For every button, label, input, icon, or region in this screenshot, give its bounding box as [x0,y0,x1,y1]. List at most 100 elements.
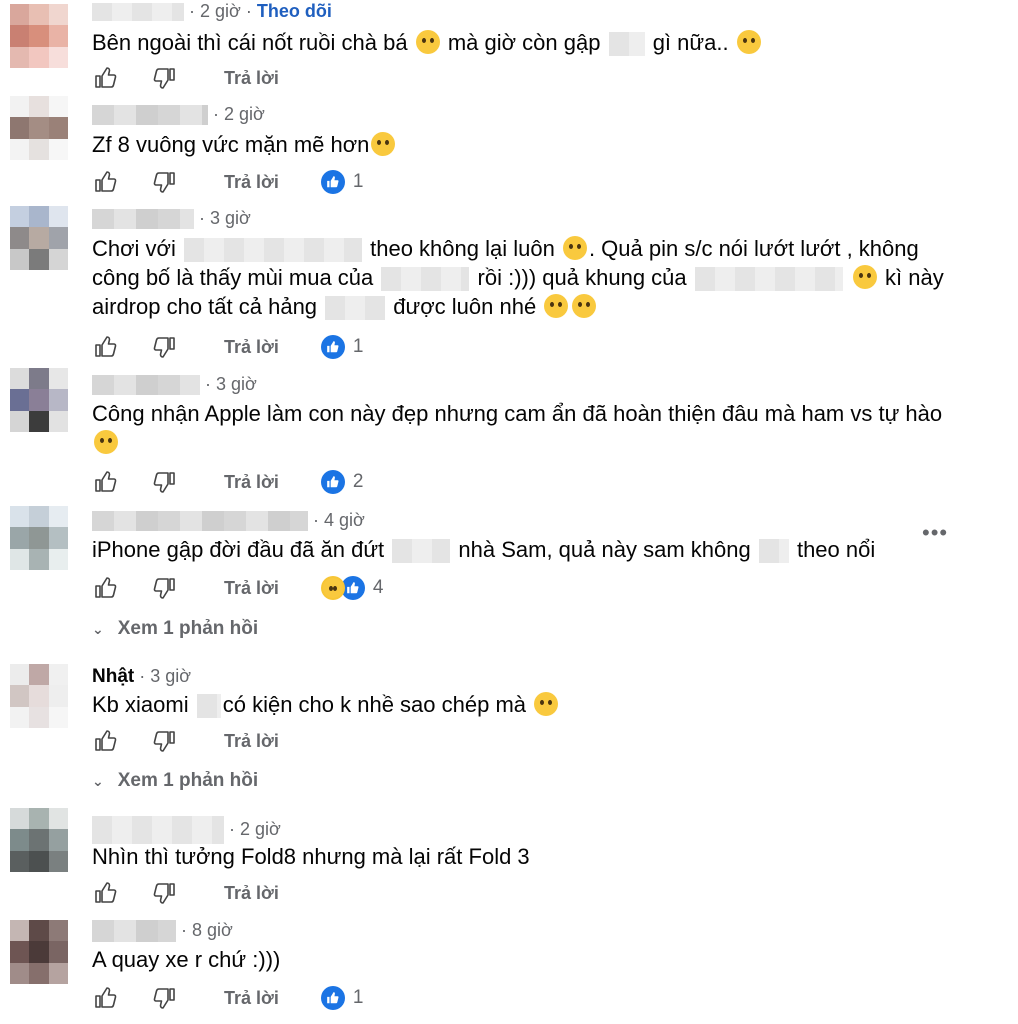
avatar[interactable] [10,368,68,432]
thumbs-up-icon[interactable] [92,880,118,906]
redacted-text [184,238,362,263]
comment-text: Kb xiaomi có kiện cho k nhề sao chép mà [92,690,998,719]
commenter-name[interactable]: Nhật [92,666,134,687]
reply-button[interactable]: Trả lời [224,883,279,904]
comment-meta: Nhật · 3 giờ [92,666,191,688]
reply-button[interactable]: Trả lời [224,988,279,1009]
comment-text-part: theo không lại luôn [370,236,555,261]
thumbs-down-icon[interactable] [152,65,178,91]
comment-actions: Trả lời [92,64,279,92]
separator-dot: · [205,374,212,394]
comment-text-part: rồi :))) quả khung của [477,265,687,290]
reply-button[interactable]: Trả lời [224,172,279,193]
redacted-text [694,267,843,292]
comment-actions: Trả lời 1 [92,984,363,1012]
view-replies-label: Xem 1 phản hồi [117,770,259,791]
comment-time[interactable]: 2 giờ [240,819,281,839]
commenter-name-redacted[interactable] [92,209,194,230]
comment-text-part: A quay xe r chứ :))) [92,947,281,972]
reaction-count: 4 [372,577,384,598]
comment-text-part: airdrop cho tất cả hảng [92,294,318,319]
view-replies-button[interactable]: ⌄ Xem 1 phản hồi [92,770,258,792]
thumbs-down-icon[interactable] [152,985,178,1011]
thumbs-up-icon[interactable] [92,469,118,495]
avatar[interactable] [10,920,68,984]
thumbs-up-icon[interactable] [92,334,118,360]
flushed-face-emoji-icon [736,30,761,54]
comment-text: iPhone gập đời đầu đã ăn đứt nhà Sam, qu… [92,535,998,564]
comment-text-part: Nhìn thì tưởng Fold8 nhưng mà lại rất Fo… [92,844,530,869]
comment-time[interactable]: 2 giờ [224,104,265,124]
comment-text: Chơi với theo không lại luôn . Quả pin s… [92,234,998,321]
commenter-name-redacted[interactable] [92,816,224,844]
comment-time[interactable]: 2 giờ [200,1,241,21]
avatar[interactable] [10,664,68,728]
like-reaction-icon [320,470,345,494]
comment-time[interactable]: 3 giờ [210,208,251,228]
comment-meta: · 3 giờ [92,208,251,230]
thumbs-down-icon[interactable] [152,169,178,195]
reaction-summary[interactable]: 4 [320,576,384,600]
comment-text: Bên ngoài thì cái nốt ruồi chà bá mà giờ… [92,28,998,57]
follow-link[interactable]: Theo dõi [257,1,332,21]
reply-button[interactable]: Trả lời [224,472,279,493]
comment-text-part: . Quả pin s/c nói lướt lướt , không [588,236,919,261]
comment-meta: · 4 giờ [92,510,365,532]
comment-text-part: Bên ngoài thì cái nốt ruồi chà bá [92,30,408,55]
comment-time[interactable]: 3 giờ [150,666,191,686]
avatar[interactable] [10,506,68,570]
comment-text-part: kì này [885,265,944,290]
redacted-text [325,296,386,321]
thumbs-down-icon[interactable] [152,575,178,601]
like-reaction-icon [320,170,345,194]
redacted-text [608,32,645,57]
comment-text: Nhìn thì tưởng Fold8 nhưng mà lại rất Fo… [92,842,998,871]
view-replies-button[interactable]: ⌄ Xem 1 phản hồi [92,618,258,640]
thumbs-up-icon[interactable] [92,575,118,601]
comment-meta: · 3 giờ [92,374,257,396]
thumbs-up-icon[interactable] [92,65,118,91]
comment-text-part: Zf 8 vuông vức mặn mẽ hơn [92,132,370,157]
thumbs-up-icon[interactable] [92,169,118,195]
separator-dot: · [229,818,236,839]
comment-actions: Trả lời 1 [92,333,363,361]
reaction-count: 1 [352,171,364,192]
commenter-name-redacted[interactable] [92,375,200,396]
reaction-summary[interactable]: 2 [320,470,363,494]
avatar[interactable] [10,96,68,160]
reaction-summary[interactable]: 1 [320,986,363,1010]
comment-time[interactable]: 4 giờ [324,510,365,530]
thumbs-down-icon[interactable] [152,728,178,754]
redacted-text [392,539,451,564]
commenter-name-redacted[interactable] [92,920,176,943]
thumbs-down-icon[interactable] [152,334,178,360]
comment-actions: Trả lời [92,879,279,907]
reply-button[interactable]: Trả lời [224,731,279,752]
like-reaction-icon [320,335,345,359]
thumbs-up-icon[interactable] [92,728,118,754]
commenter-name-redacted[interactable] [92,105,208,126]
separator-dot: · [189,1,196,21]
reply-button[interactable]: Trả lời [224,578,279,599]
reaction-summary[interactable]: 1 [320,170,364,194]
haha-reaction-icon [320,576,345,600]
comment-text-part: Kb xiaomi [92,692,189,717]
comment-time[interactable]: 3 giờ [216,374,257,394]
redacted-text [381,267,470,292]
comment-time[interactable]: 8 giờ [192,920,233,940]
thumbs-down-icon[interactable] [152,880,178,906]
avatar[interactable] [10,206,68,270]
rolling-laughing-emoji-icon [572,294,597,318]
reply-button[interactable]: Trả lời [224,337,279,358]
reaction-count: 1 [352,336,364,357]
commenter-name-redacted[interactable] [92,511,308,532]
thumbs-down-icon[interactable] [152,469,178,495]
rolling-laughing-emoji-icon [371,132,396,156]
avatar[interactable] [10,4,68,68]
reply-button[interactable]: Trả lời [224,68,279,89]
haha-face [322,578,343,598]
reaction-summary[interactable]: 1 [320,335,364,359]
commenter-name-redacted[interactable] [92,3,184,22]
thumbs-up-icon[interactable] [92,985,118,1011]
avatar[interactable] [10,808,68,872]
